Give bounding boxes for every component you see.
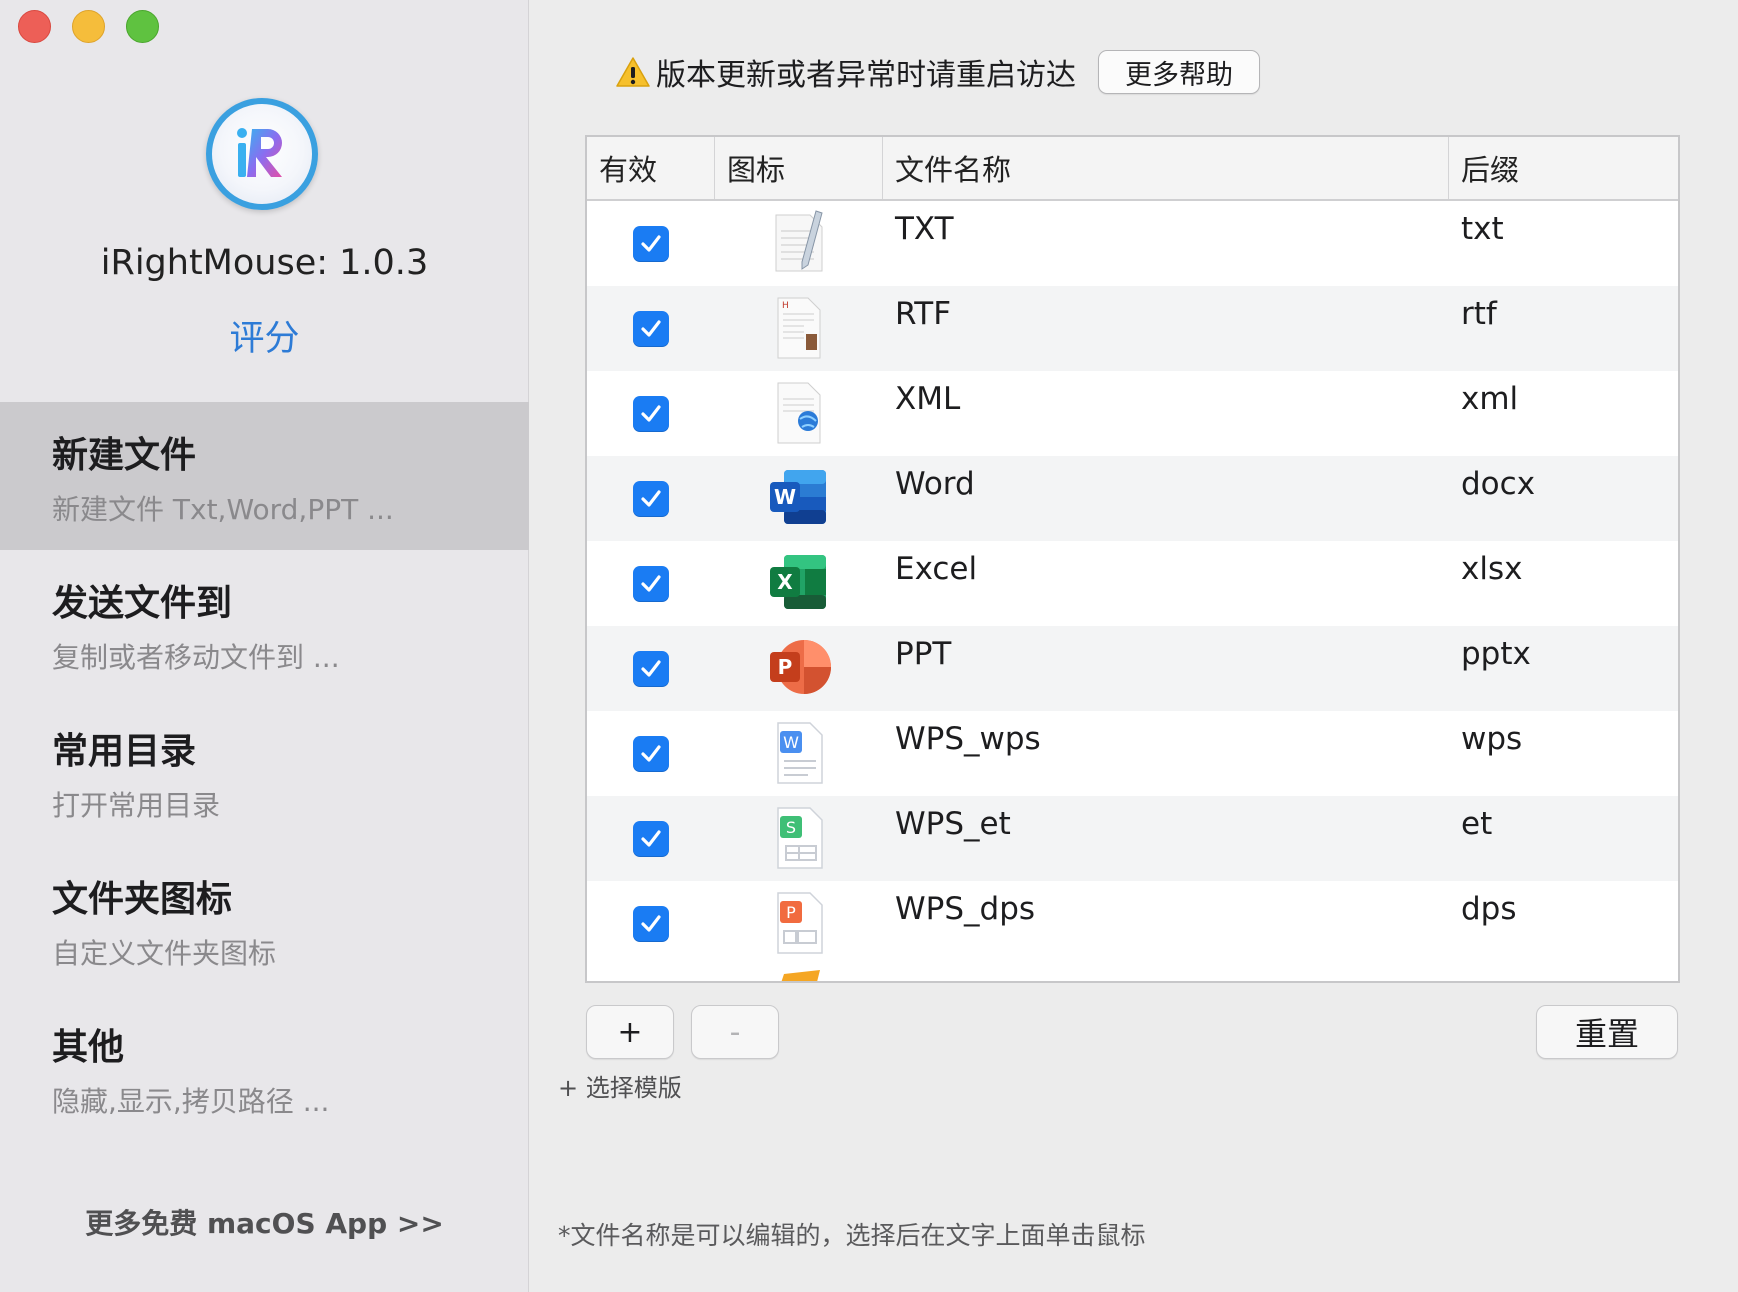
table-row[interactable]: P PPT pptx <box>587 626 1678 711</box>
file-types-table: 有效 图标 文件名称 后缀 TXT txt H RTF rtf XML xml … <box>585 135 1680 983</box>
file-extension: pptx <box>1461 636 1531 672</box>
file-name[interactable]: WPS_wps <box>883 711 1449 796</box>
minimize-window-button[interactable] <box>72 10 105 43</box>
table-row[interactable]: H RTF rtf <box>587 286 1678 371</box>
file-name[interactable]: TXT <box>883 201 1449 286</box>
sidebar-item-title: 其他 <box>52 1027 125 1068</box>
table-row[interactable]: P WPS_dps dps <box>587 881 1678 966</box>
powerpoint-icon: P <box>770 640 831 694</box>
more-help-button[interactable]: 更多帮助 <box>1098 50 1260 94</box>
file-icon <box>781 970 820 981</box>
header-icon[interactable]: 图标 <box>715 137 883 199</box>
sidebar-item-subtitle: 自定义文件夹图标 <box>52 937 277 970</box>
sidebar-menu: 新建文件 新建文件 Txt,Word,PPT ... 发送文件到 复制或者移动文… <box>0 402 529 1142</box>
wps-spreadsheet-icon: S <box>777 807 823 869</box>
sidebar-item-title: 文件夹图标 <box>52 879 233 920</box>
table-header: 有效 图标 文件名称 后缀 <box>587 137 1678 201</box>
svg-text:W: W <box>783 733 799 752</box>
sidebar: iRightMouse: 1.0.3 评分 新建文件 新建文件 Txt,Word… <box>0 0 529 1292</box>
file-extension: dps <box>1461 891 1517 927</box>
table-row[interactable]: X Excel xlsx <box>587 541 1678 626</box>
header-enabled[interactable]: 有效 <box>587 137 715 199</box>
enabled-checkbox[interactable] <box>633 566 669 602</box>
file-extension: rtf <box>1461 296 1497 332</box>
file-extension: wps <box>1461 721 1523 757</box>
enabled-checkbox[interactable] <box>633 311 669 347</box>
enabled-checkbox[interactable] <box>633 651 669 687</box>
file-name[interactable]: WPS_et <box>883 796 1449 881</box>
file-name[interactable]: XML <box>883 371 1449 456</box>
notice-bar: 版本更新或者异常时请重启访达 更多帮助 <box>616 50 1260 94</box>
svg-text:S: S <box>786 818 796 837</box>
sidebar-item-folder-icon[interactable]: 文件夹图标 自定义文件夹图标 <box>0 846 529 994</box>
file-extension: txt <box>1461 211 1504 247</box>
wps-presentation-icon: P <box>777 892 823 954</box>
sidebar-item-subtitle: 复制或者移动文件到 ... <box>52 641 340 674</box>
table-row[interactable]: TXT txt <box>587 201 1678 286</box>
file-name[interactable]: WPS_dps <box>883 881 1449 966</box>
table-body: TXT txt H RTF rtf XML xml W Word docx X … <box>587 201 1678 981</box>
app-version: iRightMouse: 1.0.3 <box>100 243 429 283</box>
enabled-checkbox[interactable] <box>633 226 669 262</box>
sidebar-item-other[interactable]: 其他 隐藏,显示,拷贝路径 ... <box>0 994 529 1142</box>
file-name[interactable]: PPT <box>883 626 1449 711</box>
select-template-link[interactable]: + 选择模版 <box>558 1068 682 1103</box>
main-panel: 版本更新或者异常时请重启访达 更多帮助 有效 图标 文件名称 后缀 TXT tx… <box>530 0 1738 1292</box>
file-name[interactable]: RTF <box>883 286 1449 371</box>
app-logo-icon <box>206 98 318 210</box>
sidebar-item-title: 新建文件 <box>52 435 197 476</box>
rate-link[interactable]: 评分 <box>0 310 529 361</box>
remove-button[interactable]: - <box>691 1005 779 1059</box>
sidebar-item-new-file[interactable]: 新建文件 新建文件 Txt,Word,PPT ... <box>0 402 529 550</box>
close-window-button[interactable] <box>18 10 51 43</box>
file-extension: xml <box>1461 381 1519 417</box>
more-apps-link[interactable]: 更多免费 macOS App >> <box>0 1202 529 1242</box>
sidebar-item-send-to[interactable]: 发送文件到 复制或者移动文件到 ... <box>0 550 529 698</box>
enabled-checkbox[interactable] <box>633 736 669 772</box>
header-file-name[interactable]: 文件名称 <box>883 137 1449 199</box>
enabled-checkbox[interactable] <box>633 396 669 432</box>
sidebar-item-title: 发送文件到 <box>52 583 233 624</box>
rtf-file-icon: H <box>777 297 821 359</box>
reset-button[interactable]: 重置 <box>1536 1005 1678 1059</box>
table-row[interactable]: S WPS_et et <box>587 796 1678 881</box>
warning-icon <box>616 57 650 87</box>
file-name[interactable]: Excel <box>883 541 1449 626</box>
file-name[interactable]: Word <box>883 456 1449 541</box>
wps-writer-icon: W <box>777 722 823 784</box>
word-icon: W <box>770 470 826 524</box>
footnote: *文件名称是可以编辑的，选择后在文字上面单击鼠标 <box>558 1221 1146 1250</box>
table-row[interactable]: W Word docx <box>587 456 1678 541</box>
xml-file-icon <box>777 382 821 444</box>
maximize-window-button[interactable] <box>126 10 159 43</box>
sidebar-item-subtitle: 新建文件 Txt,Word,PPT ... <box>52 493 394 526</box>
file-extension: docx <box>1461 466 1536 502</box>
window-controls <box>18 10 159 43</box>
add-button[interactable]: + <box>586 1005 674 1059</box>
svg-text:W: W <box>774 485 796 509</box>
notice-text: 版本更新或者异常时请重启访达 <box>656 58 1076 93</box>
sidebar-item-subtitle: 打开常用目录 <box>52 789 221 822</box>
excel-icon: X <box>770 555 826 609</box>
enabled-checkbox[interactable] <box>633 906 669 942</box>
svg-text:P: P <box>778 655 793 679</box>
file-extension: xlsx <box>1461 551 1523 587</box>
sidebar-item-subtitle: 隐藏,显示,拷贝路径 ... <box>52 1085 330 1118</box>
svg-text:P: P <box>786 903 796 922</box>
sidebar-item-title: 常用目录 <box>52 731 197 772</box>
file-extension: et <box>1461 806 1493 842</box>
sidebar-item-common-dirs[interactable]: 常用目录 打开常用目录 <box>0 698 529 846</box>
header-extension[interactable]: 后缀 <box>1449 137 1678 199</box>
txt-file-icon <box>775 210 823 272</box>
enabled-checkbox[interactable] <box>633 481 669 517</box>
svg-text:X: X <box>777 570 793 594</box>
table-row[interactable]: W WPS_wps wps <box>587 711 1678 796</box>
table-row[interactable]: XML xml <box>587 371 1678 456</box>
enabled-checkbox[interactable] <box>633 821 669 857</box>
svg-text:H: H <box>782 301 789 311</box>
table-row-partial[interactable] <box>587 966 1678 981</box>
